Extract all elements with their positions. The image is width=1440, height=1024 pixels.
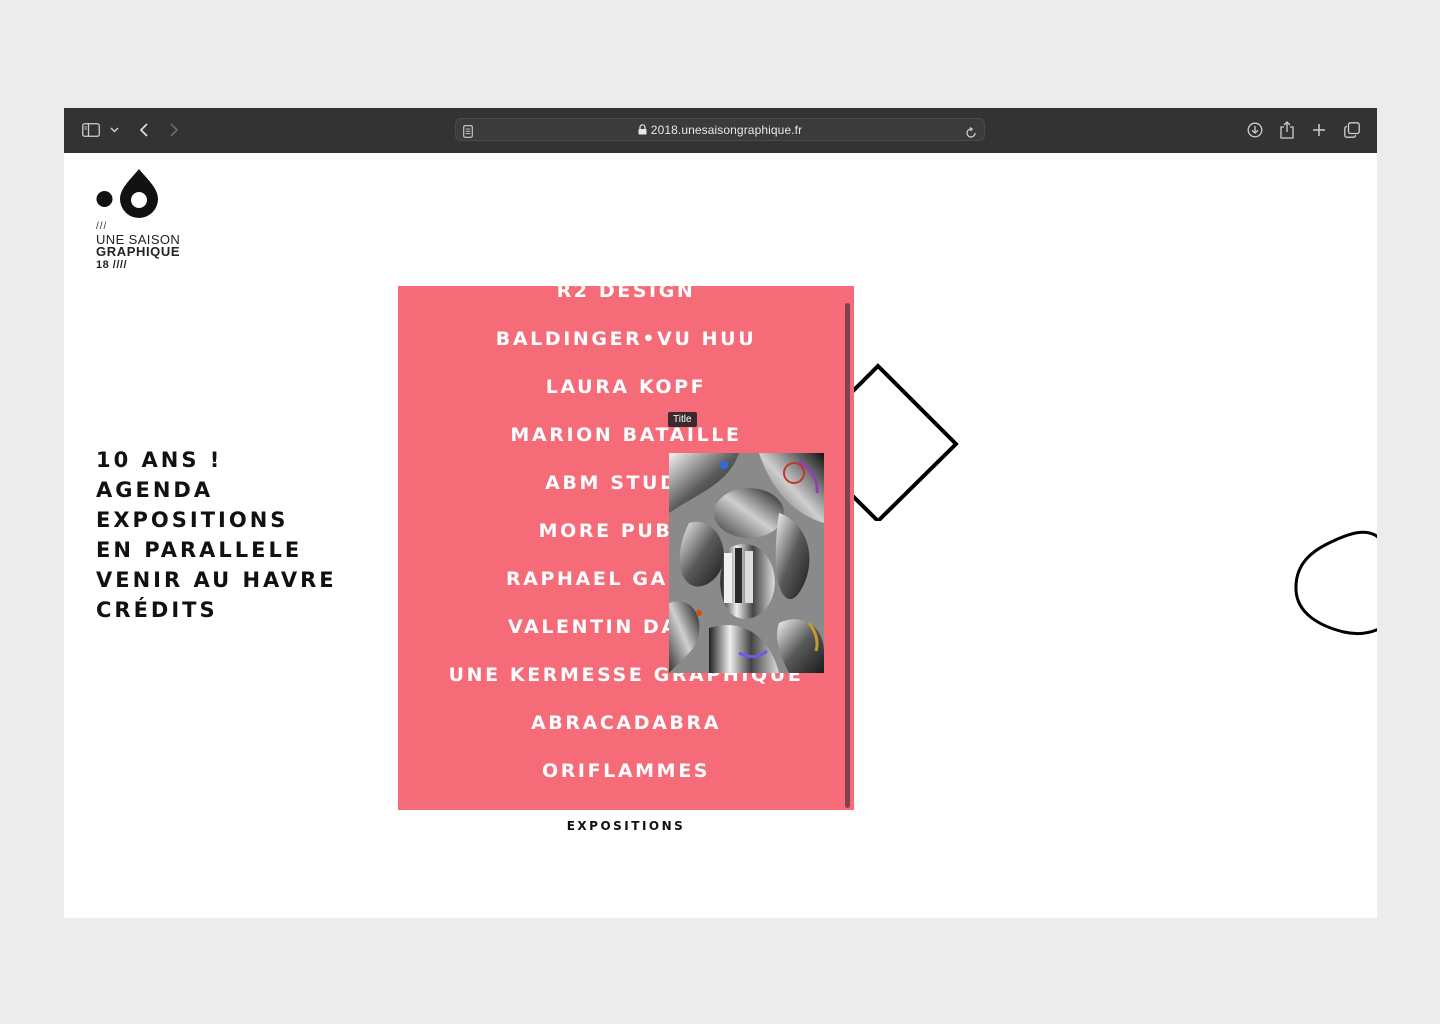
menu-item-venir-au-havre[interactable]: VENIR AU HAVRE [96,565,337,595]
menu-item-agenda[interactable]: AGENDA [96,475,337,505]
blob-outline-shape [1294,530,1377,636]
logo-mark-icon [96,169,158,218]
logo-line-year: 18 //// [96,258,128,271]
panel-caption: EXPOSITIONS [566,819,686,833]
url-text: 2018.unesaisongraphique.fr [650,123,803,137]
main-menu: 10 ANS ! AGENDA EXPOSITIONS EN PARALLELE… [96,445,337,625]
exhibition-poster-image[interactable] [669,453,824,673]
menu-item-en-parallele[interactable]: EN PARALLELE [96,535,337,565]
share-icon[interactable] [1280,120,1294,140]
logo-line-graphique: GRAPHIQUE [96,244,181,259]
exhibition-laura-kopf[interactable]: LAURA KOPF [398,363,854,411]
web-page: /// UNE SAISON GRAPHIQUE 18 //// 10 ANS … [64,153,1377,918]
exhibition-r2-design[interactable]: R2 DESIGN [398,286,854,315]
hover-tooltip: Title [668,412,697,427]
lock-icon [638,124,647,138]
panel-scrollbar[interactable] [845,303,850,808]
exhibition-marion-bataille[interactable]: MARION BATAILLE [398,411,854,459]
back-icon[interactable] [137,120,151,140]
browser-toolbar: 2018.unesaisongraphique.fr [64,108,1377,153]
abstract-poster-art [669,453,824,673]
tabs-icon[interactable] [1344,120,1360,140]
url-display[interactable]: 2018.unesaisongraphique.fr [456,123,984,138]
exhibition-abracadabra[interactable]: ABRACADABRA [398,699,854,747]
menu-item-expositions[interactable]: EXPOSITIONS [96,505,337,535]
reload-icon[interactable] [965,124,977,143]
diamond-outline-shape [844,363,959,521]
browser-window: 2018.unesaisongraphique.fr /// UNE SAISO… [64,108,1377,918]
menu-item-10-ans[interactable]: 10 ANS ! [96,445,337,475]
new-tab-icon[interactable] [1312,120,1326,140]
chevron-down-icon[interactable] [109,120,119,140]
forward-icon[interactable] [167,120,181,140]
site-logo[interactable]: /// UNE SAISON GRAPHIQUE 18 //// [96,169,196,271]
exhibition-baldinger-vu-huu[interactable]: BALDINGER•VU HUU [398,315,854,363]
menu-item-credits[interactable]: CRÉDITS [96,595,337,625]
sidebar-icon[interactable] [82,120,100,140]
address-bar[interactable]: 2018.unesaisongraphique.fr [455,118,985,141]
exhibition-oriflammes[interactable]: ORIFLAMMES [398,747,854,795]
download-icon[interactable] [1247,120,1263,140]
logo-text: /// UNE SAISON GRAPHIQUE 18 //// [96,221,180,271]
